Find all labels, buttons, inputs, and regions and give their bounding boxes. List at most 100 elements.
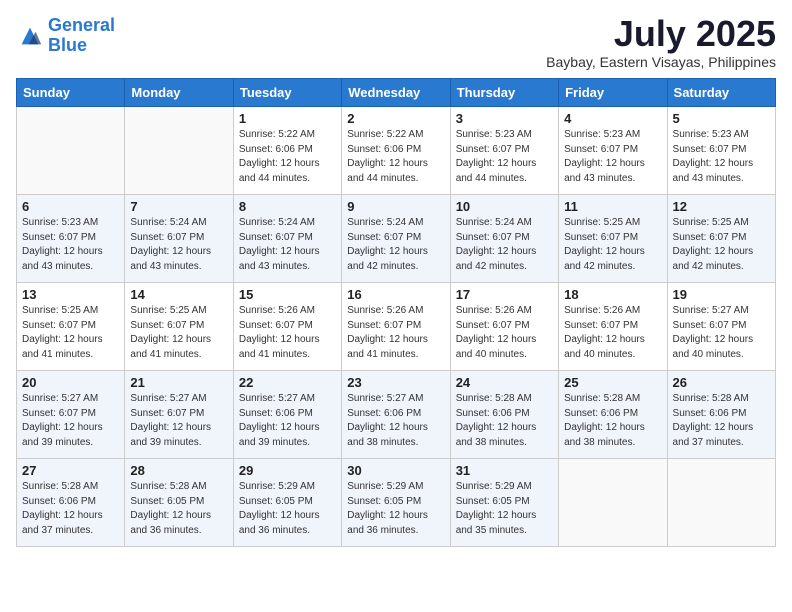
day-cell-14: 14 Sunrise: 5:25 AMSunset: 6:07 PMDayligh…	[125, 283, 233, 371]
day-info-10: Sunrise: 5:24 AMSunset: 6:07 PMDaylight:…	[456, 216, 553, 274]
calendar-week-5: 27 Sunrise: 5:28 AMSunset: 6:06 PMDayligh…	[17, 459, 776, 547]
day-number-25: 25	[564, 375, 661, 390]
day-info-2: Sunrise: 5:22 AMSunset: 6:06 PMDaylight:…	[347, 128, 444, 186]
day-number-18: 18	[564, 287, 661, 302]
day-info-7: Sunrise: 5:24 AMSunset: 6:07 PMDaylight:…	[130, 216, 227, 274]
weekday-header-saturday: Saturday	[667, 79, 775, 107]
day-info-9: Sunrise: 5:24 AMSunset: 6:07 PMDaylight:…	[347, 216, 444, 274]
day-number-26: 26	[673, 375, 770, 390]
day-info-15: Sunrise: 5:26 AMSunset: 6:07 PMDaylight:…	[239, 304, 336, 362]
day-cell-21: 21 Sunrise: 5:27 AMSunset: 6:07 PMDayligh…	[125, 371, 233, 459]
day-number-27: 27	[22, 463, 119, 478]
day-info-19: Sunrise: 5:27 AMSunset: 6:07 PMDaylight:…	[673, 304, 770, 362]
day-info-21: Sunrise: 5:27 AMSunset: 6:07 PMDaylight:…	[130, 392, 227, 450]
day-number-11: 11	[564, 199, 661, 214]
day-info-27: Sunrise: 5:28 AMSunset: 6:06 PMDaylight:…	[22, 480, 119, 538]
day-info-8: Sunrise: 5:24 AMSunset: 6:07 PMDaylight:…	[239, 216, 336, 274]
day-cell-26: 26 Sunrise: 5:28 AMSunset: 6:06 PMDayligh…	[667, 371, 775, 459]
day-number-23: 23	[347, 375, 444, 390]
day-number-4: 4	[564, 111, 661, 126]
day-number-22: 22	[239, 375, 336, 390]
day-info-16: Sunrise: 5:26 AMSunset: 6:07 PMDaylight:…	[347, 304, 444, 362]
day-number-1: 1	[239, 111, 336, 126]
day-info-18: Sunrise: 5:26 AMSunset: 6:07 PMDaylight:…	[564, 304, 661, 362]
weekday-header-row: SundayMondayTuesdayWednesdayThursdayFrid…	[17, 79, 776, 107]
day-number-8: 8	[239, 199, 336, 214]
day-info-6: Sunrise: 5:23 AMSunset: 6:07 PMDaylight:…	[22, 216, 119, 274]
day-info-22: Sunrise: 5:27 AMSunset: 6:06 PMDaylight:…	[239, 392, 336, 450]
empty-cell	[667, 459, 775, 547]
day-number-31: 31	[456, 463, 553, 478]
day-number-13: 13	[22, 287, 119, 302]
calendar-table: SundayMondayTuesdayWednesdayThursdayFrid…	[16, 78, 776, 547]
day-number-5: 5	[673, 111, 770, 126]
day-cell-8: 8 Sunrise: 5:24 AMSunset: 6:07 PMDaylight…	[233, 195, 341, 283]
day-info-3: Sunrise: 5:23 AMSunset: 6:07 PMDaylight:…	[456, 128, 553, 186]
day-cell-2: 2Sunrise: 5:22 AMSunset: 6:06 PMDaylight…	[342, 107, 450, 195]
day-cell-4: 4Sunrise: 5:23 AMSunset: 6:07 PMDaylight…	[559, 107, 667, 195]
day-number-16: 16	[347, 287, 444, 302]
day-info-1: Sunrise: 5:22 AMSunset: 6:06 PMDaylight:…	[239, 128, 336, 186]
day-number-12: 12	[673, 199, 770, 214]
logo-text: General Blue	[48, 16, 115, 56]
logo-icon	[16, 22, 44, 50]
day-cell-19: 19 Sunrise: 5:27 AMSunset: 6:07 PMDayligh…	[667, 283, 775, 371]
day-info-20: Sunrise: 5:27 AMSunset: 6:07 PMDaylight:…	[22, 392, 119, 450]
day-cell-28: 28Sunrise: 5:28 AMSunset: 6:05 PMDayligh…	[125, 459, 233, 547]
day-cell-12: 12 Sunrise: 5:25 AMSunset: 6:07 PMDayligh…	[667, 195, 775, 283]
weekday-header-sunday: Sunday	[17, 79, 125, 107]
logo: General Blue	[16, 16, 115, 56]
day-cell-9: 9 Sunrise: 5:24 AMSunset: 6:07 PMDaylight…	[342, 195, 450, 283]
day-cell-3: 3 Sunrise: 5:23 AMSunset: 6:07 PMDaylight…	[450, 107, 558, 195]
day-info-31: Sunrise: 5:29 AMSunset: 6:05 PMDaylight:…	[456, 480, 553, 538]
weekday-header-tuesday: Tuesday	[233, 79, 341, 107]
day-cell-22: 22 Sunrise: 5:27 AMSunset: 6:06 PMDayligh…	[233, 371, 341, 459]
day-info-23: Sunrise: 5:27 AMSunset: 6:06 PMDaylight:…	[347, 392, 444, 450]
day-cell-5: 5 Sunrise: 5:23 AMSunset: 6:07 PMDaylight…	[667, 107, 775, 195]
day-cell-23: 23 Sunrise: 5:27 AMSunset: 6:06 PMDayligh…	[342, 371, 450, 459]
calendar-week-2: 6 Sunrise: 5:23 AMSunset: 6:07 PMDaylight…	[17, 195, 776, 283]
day-cell-10: 10 Sunrise: 5:24 AMSunset: 6:07 PMDayligh…	[450, 195, 558, 283]
day-info-14: Sunrise: 5:25 AMSunset: 6:07 PMDaylight:…	[130, 304, 227, 362]
day-cell-25: 25 Sunrise: 5:28 AMSunset: 6:06 PMDayligh…	[559, 371, 667, 459]
day-cell-18: 18 Sunrise: 5:26 AMSunset: 6:07 PMDayligh…	[559, 283, 667, 371]
day-info-24: Sunrise: 5:28 AMSunset: 6:06 PMDaylight:…	[456, 392, 553, 450]
day-number-21: 21	[130, 375, 227, 390]
day-info-12: Sunrise: 5:25 AMSunset: 6:07 PMDaylight:…	[673, 216, 770, 274]
empty-cell	[17, 107, 125, 195]
page-header: General Blue July 2025 Baybay, Eastern V…	[16, 16, 776, 70]
day-number-24: 24	[456, 375, 553, 390]
day-info-13: Sunrise: 5:25 AMSunset: 6:07 PMDaylight:…	[22, 304, 119, 362]
calendar-week-3: 13 Sunrise: 5:25 AMSunset: 6:07 PMDayligh…	[17, 283, 776, 371]
day-number-28: 28	[130, 463, 227, 478]
weekday-header-wednesday: Wednesday	[342, 79, 450, 107]
location: Baybay, Eastern Visayas, Philippines	[546, 54, 776, 70]
day-number-14: 14	[130, 287, 227, 302]
day-info-25: Sunrise: 5:28 AMSunset: 6:06 PMDaylight:…	[564, 392, 661, 450]
day-cell-31: 31 Sunrise: 5:29 AMSunset: 6:05 PMDayligh…	[450, 459, 558, 547]
day-cell-1: 1 Sunrise: 5:22 AMSunset: 6:06 PMDaylight…	[233, 107, 341, 195]
day-number-9: 9	[347, 199, 444, 214]
day-number-29: 29	[239, 463, 336, 478]
day-info-5: Sunrise: 5:23 AMSunset: 6:07 PMDaylight:…	[673, 128, 770, 186]
day-cell-24: 24 Sunrise: 5:28 AMSunset: 6:06 PMDayligh…	[450, 371, 558, 459]
day-cell-17: 17Sunrise: 5:26 AMSunset: 6:07 PMDayligh…	[450, 283, 558, 371]
day-info-26: Sunrise: 5:28 AMSunset: 6:06 PMDaylight:…	[673, 392, 770, 450]
day-cell-11: 11 Sunrise: 5:25 AMSunset: 6:07 PMDayligh…	[559, 195, 667, 283]
day-number-30: 30	[347, 463, 444, 478]
title-block: July 2025 Baybay, Eastern Visayas, Phili…	[546, 16, 776, 70]
calendar-week-1: 1 Sunrise: 5:22 AMSunset: 6:06 PMDaylight…	[17, 107, 776, 195]
day-cell-27: 27 Sunrise: 5:28 AMSunset: 6:06 PMDayligh…	[17, 459, 125, 547]
day-number-19: 19	[673, 287, 770, 302]
day-number-10: 10	[456, 199, 553, 214]
day-number-3: 3	[456, 111, 553, 126]
day-number-6: 6	[22, 199, 119, 214]
day-cell-7: 7 Sunrise: 5:24 AMSunset: 6:07 PMDaylight…	[125, 195, 233, 283]
day-number-7: 7	[130, 199, 227, 214]
day-info-11: Sunrise: 5:25 AMSunset: 6:07 PMDaylight:…	[564, 216, 661, 274]
day-cell-16: 16 Sunrise: 5:26 AMSunset: 6:07 PMDayligh…	[342, 283, 450, 371]
day-cell-20: 20Sunrise: 5:27 AMSunset: 6:07 PMDayligh…	[17, 371, 125, 459]
month-title: July 2025	[546, 16, 776, 52]
day-number-17: 17	[456, 287, 553, 302]
day-number-15: 15	[239, 287, 336, 302]
